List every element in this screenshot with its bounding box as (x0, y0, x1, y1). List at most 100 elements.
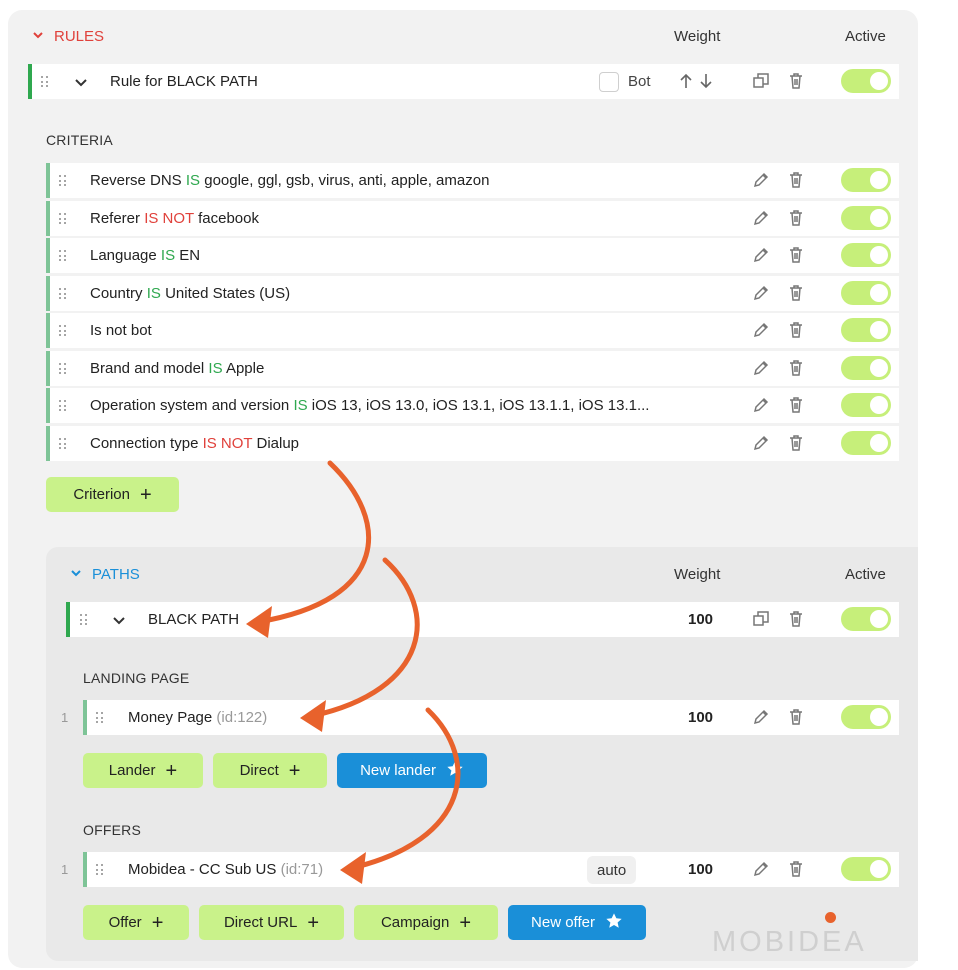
add-campaign-button[interactable]: Campaign + (354, 905, 498, 940)
add-criterion-button[interactable]: Criterion + (46, 477, 179, 512)
criterion-active-toggle[interactable] (841, 243, 891, 267)
rules-title: RULES (54, 28, 105, 45)
edit-icon[interactable] (752, 860, 770, 878)
edit-icon[interactable] (752, 434, 770, 452)
plus-icon: + (165, 759, 178, 782)
criterion-text: Operation system and version IS iOS 13, … (90, 397, 649, 414)
criterion-active-toggle[interactable] (841, 318, 891, 342)
duplicate-icon[interactable] (752, 72, 770, 90)
drag-handle-icon[interactable] (59, 400, 67, 412)
delete-icon[interactable] (787, 171, 805, 189)
edit-icon[interactable] (752, 284, 770, 302)
move-up-icon[interactable] (677, 72, 695, 90)
criterion-active-toggle[interactable] (841, 356, 891, 380)
star-icon (446, 760, 464, 782)
criterion-operator: IS (146, 285, 161, 302)
offer-mode-pill[interactable]: auto (587, 856, 637, 884)
delete-icon[interactable] (787, 284, 805, 302)
lander-active-toggle[interactable] (841, 705, 891, 729)
bot-label: Bot (628, 73, 651, 90)
edit-icon[interactable] (752, 246, 770, 264)
delete-icon[interactable] (787, 610, 805, 628)
drag-handle-icon[interactable] (41, 76, 49, 88)
logo-dot (825, 912, 836, 923)
delete-icon[interactable] (787, 246, 805, 264)
new-offer-button[interactable]: New offer (508, 905, 646, 940)
criterion-field: Brand and model (90, 360, 205, 377)
path-name: BLACK PATH (148, 611, 240, 628)
criterion-active-toggle[interactable] (841, 168, 891, 192)
drag-handle-icon[interactable] (96, 712, 104, 724)
plus-icon: + (288, 759, 301, 782)
add-direct-url-button[interactable]: Direct URL + (199, 905, 344, 940)
new-offer-label: New offer (531, 914, 595, 931)
drag-handle-icon[interactable] (59, 363, 67, 375)
plus-icon: + (307, 911, 320, 934)
drag-handle-icon[interactable] (59, 250, 67, 262)
criterion-active-toggle[interactable] (841, 431, 891, 455)
edit-icon[interactable] (752, 209, 770, 227)
criterion-active-toggle[interactable] (841, 281, 891, 305)
lander-name: Money Page (id:122) (128, 709, 267, 726)
landing-page-heading: LANDING PAGE (83, 670, 190, 686)
delete-icon[interactable] (787, 321, 805, 339)
mobidea-logo: MOBIDEA (712, 926, 867, 958)
add-direct-button[interactable]: Direct + (213, 753, 327, 788)
add-lander-button[interactable]: Lander + (83, 753, 203, 788)
lander-weight[interactable]: 100 (688, 709, 713, 726)
add-direct-label: Direct (239, 762, 279, 779)
bot-checkbox[interactable] (599, 72, 619, 92)
rule-active-toggle[interactable] (841, 69, 891, 93)
chevron-down-icon[interactable] (110, 611, 128, 629)
criteria-heading: CRITERIA (46, 132, 113, 148)
drag-handle-icon[interactable] (59, 288, 67, 300)
duplicate-icon[interactable] (752, 610, 770, 628)
delete-icon[interactable] (787, 396, 805, 414)
delete-icon[interactable] (787, 860, 805, 878)
drag-handle-icon[interactable] (59, 325, 67, 337)
rules-section-header[interactable]: RULES (32, 28, 104, 45)
path-active-toggle[interactable] (841, 607, 891, 631)
move-down-icon[interactable] (697, 72, 715, 90)
drag-handle-icon[interactable] (80, 614, 88, 626)
edit-icon[interactable] (752, 708, 770, 726)
new-lander-label: New lander (360, 762, 436, 779)
criterion-text: Brand and model IS Apple (90, 360, 264, 377)
delete-icon[interactable] (787, 72, 805, 90)
edit-icon[interactable] (752, 359, 770, 377)
active-column-header: Active (845, 566, 886, 583)
drag-handle-icon[interactable] (59, 175, 67, 187)
criterion-value: iOS 13, iOS 13.0, iOS 13.1, iOS 13.1.1, … (311, 397, 650, 414)
offer-active-toggle[interactable] (841, 857, 891, 881)
new-lander-button[interactable]: New lander (337, 753, 487, 788)
criterion-field: Reverse DNS (90, 172, 182, 189)
delete-icon[interactable] (787, 708, 805, 726)
criterion-field: Country (90, 285, 143, 302)
criterion-active-toggle[interactable] (841, 393, 891, 417)
path-weight[interactable]: 100 (688, 611, 713, 628)
add-campaign-label: Campaign (380, 914, 450, 931)
criterion-row (46, 313, 899, 348)
edit-icon[interactable] (752, 321, 770, 339)
drag-handle-icon[interactable] (96, 864, 104, 876)
chevron-down-icon[interactable] (72, 73, 90, 91)
edit-icon[interactable] (752, 396, 770, 414)
criterion-active-toggle[interactable] (841, 206, 891, 230)
criterion-text: Country IS United States (US) (90, 285, 290, 302)
offer-name: Mobidea - CC Sub US (id:71) (128, 861, 323, 878)
drag-handle-icon[interactable] (59, 213, 67, 225)
add-lander-label: Lander (108, 762, 156, 779)
add-offer-button[interactable]: Offer + (83, 905, 189, 940)
delete-icon[interactable] (787, 434, 805, 452)
criterion-value: facebook (198, 210, 259, 227)
criterion-text: Reverse DNS IS google, ggl, gsb, virus, … (90, 172, 489, 189)
paths-section-header[interactable]: PATHS (70, 566, 140, 583)
criterion-operator: IS (185, 172, 201, 189)
edit-icon[interactable] (752, 171, 770, 189)
plus-icon: + (140, 483, 152, 506)
offer-weight[interactable]: 100 (688, 861, 713, 878)
delete-icon[interactable] (787, 209, 805, 227)
drag-handle-icon[interactable] (59, 438, 67, 450)
delete-icon[interactable] (787, 359, 805, 377)
criterion-field: Is not bot (90, 322, 152, 339)
